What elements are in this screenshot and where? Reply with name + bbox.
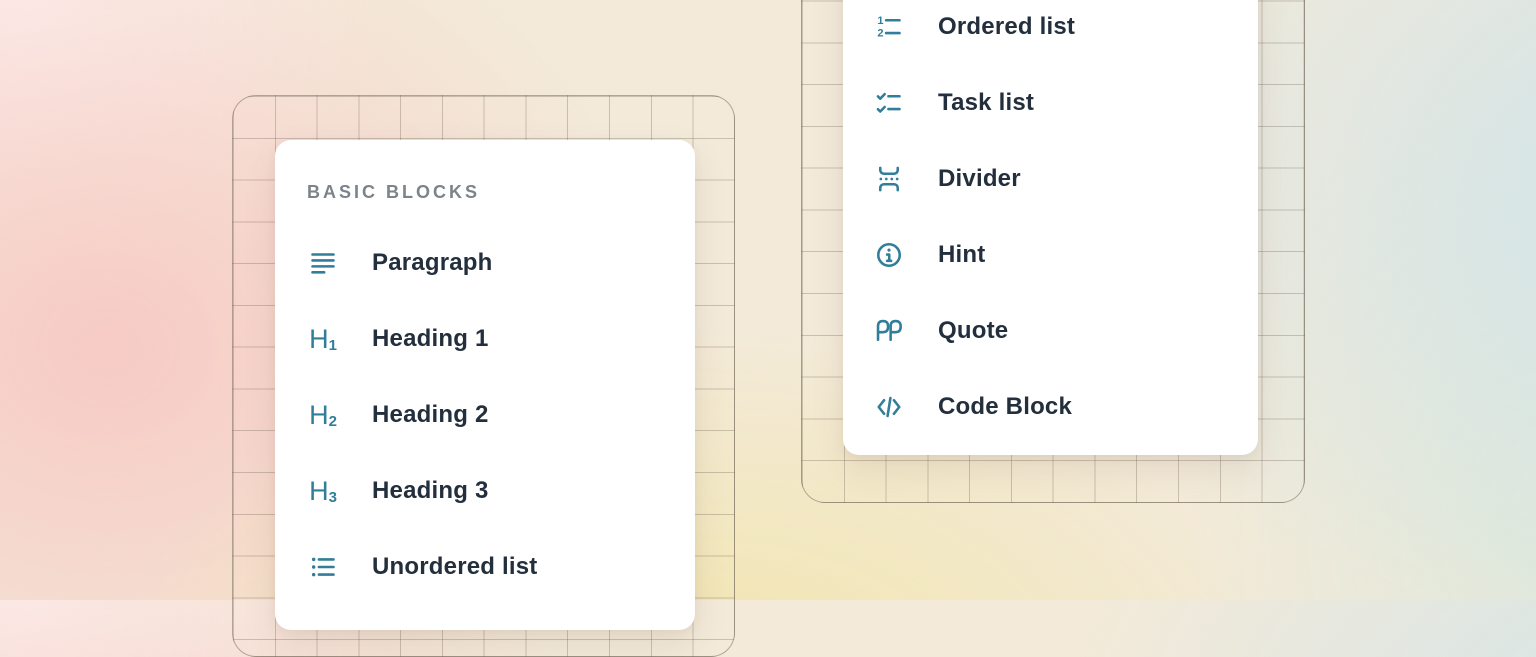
menu-item-label: Heading 2 bbox=[372, 401, 489, 429]
menu-item-label: Task list bbox=[938, 89, 1034, 117]
menu-item-paragraph[interactable]: Paragraph bbox=[275, 225, 695, 301]
basic-blocks-menu: BASIC BLOCKS Paragraph H1 Heading 1 H2 H… bbox=[275, 140, 695, 630]
section-label-basic-blocks: BASIC BLOCKS bbox=[307, 180, 695, 204]
menu-item-label: Divider bbox=[938, 165, 1021, 193]
menu-item-label: Paragraph bbox=[372, 249, 493, 277]
menu-item-label: Code Block bbox=[938, 393, 1072, 421]
menu-item-task-list[interactable]: Task list bbox=[843, 65, 1258, 141]
menu-item-label: Unordered list bbox=[372, 553, 538, 581]
menu-item-label: Hint bbox=[938, 241, 985, 269]
menu-item-code-block[interactable]: Code Block bbox=[843, 369, 1258, 445]
menu-item-divider[interactable]: Divider bbox=[843, 141, 1258, 217]
menu-item-label: Quote bbox=[938, 317, 1008, 345]
quote-icon bbox=[875, 317, 903, 345]
menu-item-unordered-list[interactable]: Unordered list bbox=[275, 529, 695, 605]
svg-text:1: 1 bbox=[877, 15, 883, 27]
ordered-list-icon: 1 2 bbox=[875, 13, 903, 41]
code-block-icon bbox=[875, 393, 903, 421]
menu-item-label: Heading 3 bbox=[372, 477, 489, 505]
menu-item-heading-1[interactable]: H1 Heading 1 bbox=[275, 301, 695, 377]
unordered-list-icon bbox=[309, 553, 337, 581]
menu-item-heading-2[interactable]: H2 Heading 2 bbox=[275, 377, 695, 453]
menu-item-label: Heading 1 bbox=[372, 325, 489, 353]
menu-item-heading-3[interactable]: H3 Heading 3 bbox=[275, 453, 695, 529]
heading-1-icon: H1 bbox=[309, 325, 337, 353]
menu-item-ordered-list[interactable]: 1 2 Ordered list bbox=[843, 0, 1258, 65]
svg-text:2: 2 bbox=[877, 28, 883, 40]
divider-icon bbox=[875, 165, 903, 193]
menu-item-hint[interactable]: Hint bbox=[843, 217, 1258, 293]
heading-3-icon: H3 bbox=[309, 477, 337, 505]
task-list-icon bbox=[875, 89, 903, 117]
menu-item-label: Ordered list bbox=[938, 13, 1075, 41]
paragraph-icon bbox=[309, 249, 337, 277]
menu-item-quote[interactable]: Quote bbox=[843, 293, 1258, 369]
blocks-menu-secondary: 1 2 Ordered list Task list bbox=[843, 0, 1258, 455]
hint-icon bbox=[875, 241, 903, 269]
heading-2-icon: H2 bbox=[309, 401, 337, 429]
